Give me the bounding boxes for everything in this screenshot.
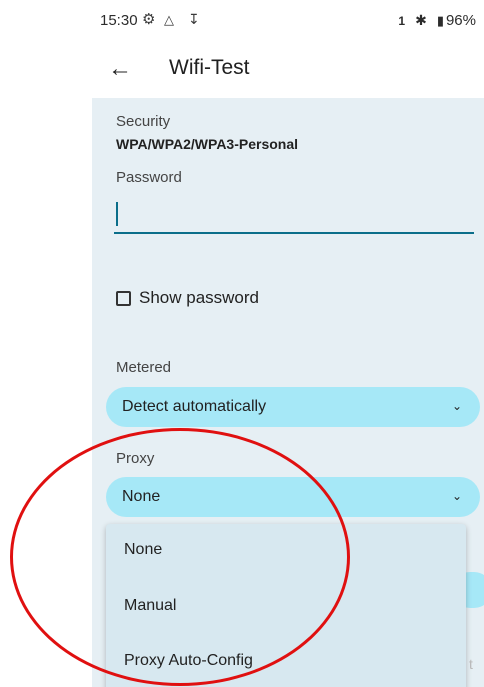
hidden-text: t xyxy=(469,656,473,672)
chevron-down-icon: ⌄ xyxy=(451,489,462,503)
proxy-dropdown[interactable]: None ⌄ xyxy=(106,477,480,517)
metered-value: Detect automatically xyxy=(122,398,267,415)
status-right: 1 ✱ ▮ 96% xyxy=(398,12,476,29)
security-value: WPA/WPA2/WPA3-Personal xyxy=(116,136,299,152)
battery-icon: ▮ xyxy=(436,12,444,28)
page-title: Wifi-Test xyxy=(169,56,250,79)
arrow-left-icon[interactable]: ← xyxy=(108,56,132,82)
show-password-row[interactable]: Show password xyxy=(116,288,259,308)
shield-icon: △ xyxy=(164,12,174,27)
signal-indicator: 1 xyxy=(398,13,406,28)
show-password-checkbox[interactable] xyxy=(116,290,131,306)
metered-dropdown[interactable]: Detect automatically ⌄ xyxy=(106,387,480,427)
menu-item-proxy-auto-config[interactable]: Proxy Auto-Config xyxy=(124,652,253,670)
menu-item-none[interactable]: None xyxy=(124,541,162,559)
gear-icon: ⚙ xyxy=(142,11,156,28)
status-bar: 15:30 ⚙ △ ↧ 1 ✱ ▮ 96% xyxy=(92,0,484,42)
text-caret xyxy=(116,202,118,226)
proxy-menu: None Manual Proxy Auto-Config xyxy=(106,524,466,687)
proxy-value: None xyxy=(122,488,161,505)
app-bar: ← Wifi-Test xyxy=(92,42,484,98)
battery-level: 96% xyxy=(445,12,476,29)
phone-screen: 15:30 ⚙ △ ↧ 1 ✱ ▮ 96% ← Wifi-Test Securi… xyxy=(92,0,484,687)
chevron-down-icon: ⌄ xyxy=(451,399,462,413)
password-label: Password xyxy=(116,169,182,186)
metered-label: Metered xyxy=(116,359,172,376)
security-label: Security xyxy=(116,113,171,130)
status-time: 15:30 xyxy=(100,12,138,29)
show-password-label: Show password xyxy=(139,288,260,307)
password-input[interactable] xyxy=(114,198,474,234)
menu-item-manual[interactable]: Manual xyxy=(124,597,176,615)
download-icon: ↧ xyxy=(188,11,200,27)
bluetooth-icon: ✱ xyxy=(415,12,427,28)
proxy-label: Proxy xyxy=(116,450,155,467)
